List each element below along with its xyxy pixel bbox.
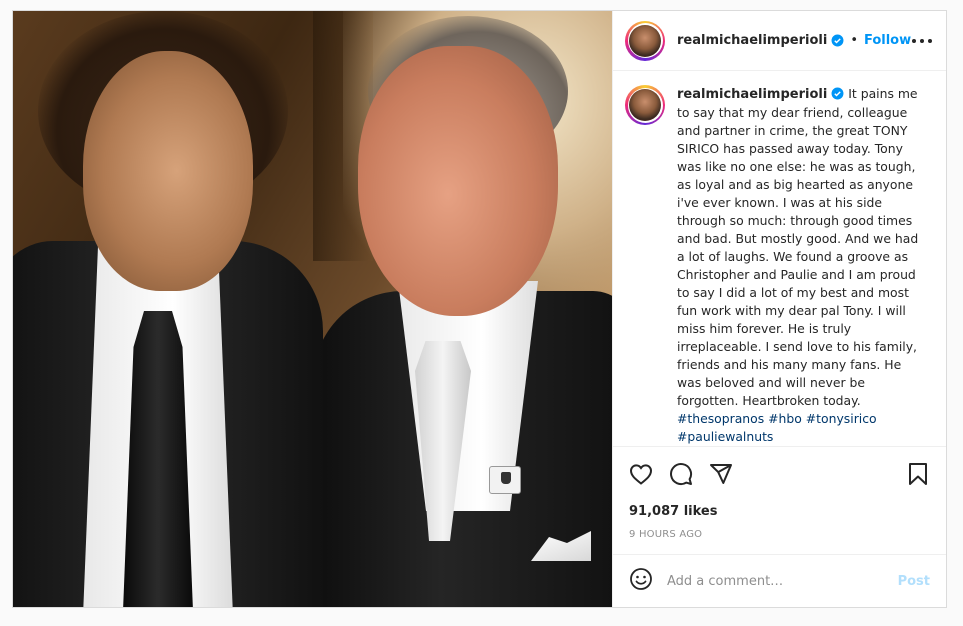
post-side-panel: realmichaelimperioli • Follow realmichae… bbox=[612, 11, 946, 607]
bookmark-icon[interactable] bbox=[904, 460, 932, 488]
share-icon[interactable] bbox=[707, 460, 735, 488]
heart-icon[interactable] bbox=[627, 460, 655, 488]
verified-badge-icon bbox=[831, 34, 844, 47]
follow-button[interactable]: Follow bbox=[864, 33, 911, 48]
post-header: realmichaelimperioli • Follow bbox=[613, 11, 946, 71]
separator-dot: • bbox=[850, 33, 858, 48]
caption: realmichaelimperioli It pains me to say … bbox=[677, 85, 925, 446]
caption-username-link[interactable]: realmichaelimperioli bbox=[677, 87, 827, 102]
more-options-icon[interactable] bbox=[911, 38, 933, 44]
caption-section: realmichaelimperioli It pains me to say … bbox=[613, 71, 946, 446]
likes-count[interactable]: 91,087 likes bbox=[613, 500, 946, 519]
hashtag-link[interactable]: #thesopranos bbox=[677, 411, 764, 426]
comment-bar: Post bbox=[613, 554, 946, 607]
post-comment-button[interactable]: Post bbox=[898, 574, 930, 589]
caption-body: It pains me to say that my dear friend, … bbox=[677, 86, 919, 408]
post-photo[interactable] bbox=[13, 11, 612, 607]
comment-input[interactable] bbox=[667, 573, 898, 589]
instagram-post: realmichaelimperioli • Follow realmichae… bbox=[12, 10, 947, 608]
hashtag-link[interactable]: #hbo bbox=[768, 411, 802, 426]
emoji-icon[interactable] bbox=[629, 567, 653, 595]
post-timestamp[interactable]: 9 HOURS AGO bbox=[613, 519, 946, 540]
avatar[interactable] bbox=[625, 20, 665, 61]
lapel-pin bbox=[489, 466, 521, 494]
username-link[interactable]: realmichaelimperioli bbox=[677, 33, 827, 48]
caption-avatar[interactable] bbox=[625, 85, 665, 125]
hashtag-link[interactable]: #tonysirico bbox=[806, 411, 877, 426]
hashtag-link[interactable]: #pauliewalnuts bbox=[677, 429, 773, 444]
action-bar bbox=[613, 446, 946, 500]
verified-badge-icon bbox=[831, 87, 844, 100]
comment-icon[interactable] bbox=[667, 460, 695, 488]
